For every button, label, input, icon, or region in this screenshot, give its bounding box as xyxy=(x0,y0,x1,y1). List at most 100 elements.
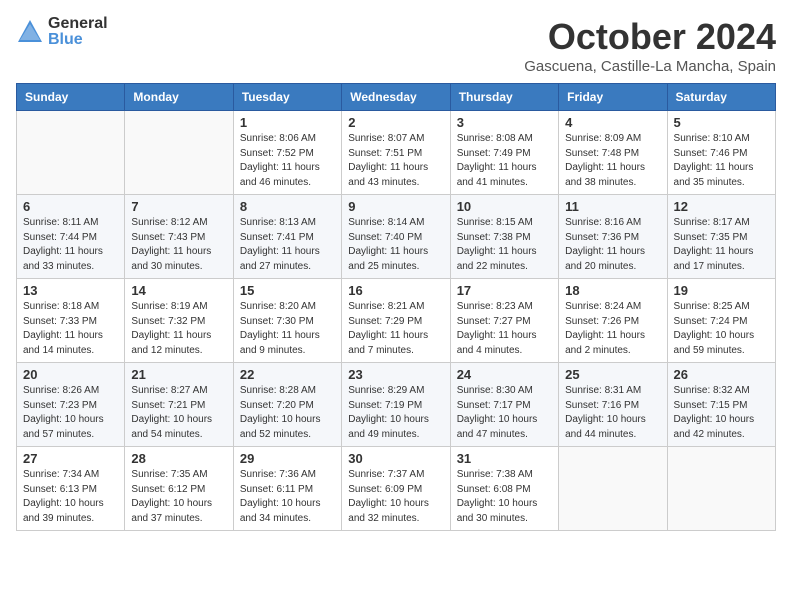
day-info: Sunrise: 8:28 AM Sunset: 7:20 PM Dayligh… xyxy=(240,384,335,442)
calendar-cell: 11 Sunrise: 8:16 AM Sunset: 7:36 PM Dayli… xyxy=(559,195,667,279)
day-number: 3 xyxy=(457,115,552,130)
column-header-tuesday: Tuesday xyxy=(233,84,341,111)
calendar-cell: 13Sunrise: 8:18 AM Sunset: 7:33 PM Dayli… xyxy=(17,279,125,363)
day-info: Sunrise: 8:10 AM Sunset: 7:46 PM Dayligh… xyxy=(674,132,769,190)
day-number: 2 xyxy=(348,115,443,130)
calendar-cell: 2 Sunrise: 8:07 AM Sunset: 7:51 PM Daylig… xyxy=(342,111,450,195)
calendar-cell: 12Sunrise: 8:17 AM Sunset: 7:35 PM Dayli… xyxy=(667,195,775,279)
day-info: Sunrise: 8:29 AM Sunset: 7:19 PM Dayligh… xyxy=(348,384,443,442)
day-info: Sunrise: 8:30 AM Sunset: 7:17 PM Dayligh… xyxy=(457,384,552,442)
day-number: 31 xyxy=(457,451,552,466)
day-number: 25 xyxy=(565,367,660,382)
day-number: 22 xyxy=(240,367,335,382)
day-number: 11 xyxy=(565,199,660,214)
calendar-week-row: 1 Sunrise: 8:06 AM Sunset: 7:52 PM Daylig… xyxy=(17,111,776,195)
logo-icon xyxy=(16,18,44,46)
calendar-cell: 19Sunrise: 8:25 AM Sunset: 7:24 PM Dayli… xyxy=(667,279,775,363)
calendar-cell: 15Sunrise: 8:20 AM Sunset: 7:30 PM Dayli… xyxy=(233,279,341,363)
calendar-cell: 23Sunrise: 8:29 AM Sunset: 7:19 PM Dayli… xyxy=(342,363,450,447)
day-info: Sunrise: 8:13 AM Sunset: 7:41 PM Dayligh… xyxy=(240,216,335,274)
day-info: Sunrise: 8:31 AM Sunset: 7:16 PM Dayligh… xyxy=(565,384,660,442)
column-header-friday: Friday xyxy=(559,84,667,111)
calendar-cell: 1 Sunrise: 8:06 AM Sunset: 7:52 PM Daylig… xyxy=(233,111,341,195)
day-number: 27 xyxy=(23,451,118,466)
calendar-cell xyxy=(125,111,233,195)
calendar-cell xyxy=(559,447,667,531)
calendar-week-row: 20Sunrise: 8:26 AM Sunset: 7:23 PM Dayli… xyxy=(17,363,776,447)
day-info: Sunrise: 8:06 AM Sunset: 7:52 PM Dayligh… xyxy=(240,132,335,190)
calendar-cell xyxy=(17,111,125,195)
column-header-thursday: Thursday xyxy=(450,84,558,111)
day-info: Sunrise: 7:36 AM Sunset: 6:11 PM Dayligh… xyxy=(240,468,335,526)
day-number: 8 xyxy=(240,199,335,214)
day-number: 24 xyxy=(457,367,552,382)
calendar-cell: 26 Sunrise: 8:32 AM Sunset: 7:15 PM Dayli… xyxy=(667,363,775,447)
day-info: Sunrise: 8:19 AM Sunset: 7:32 PM Dayligh… xyxy=(131,300,226,358)
day-number: 4 xyxy=(565,115,660,130)
calendar-cell: 17 Sunrise: 8:23 AM Sunset: 7:27 PM Dayli… xyxy=(450,279,558,363)
day-info: Sunrise: 8:07 AM Sunset: 7:51 PM Dayligh… xyxy=(348,132,443,190)
logo-text: General Blue xyxy=(48,16,108,48)
calendar-cell: 5Sunrise: 8:10 AM Sunset: 7:46 PM Daylig… xyxy=(667,111,775,195)
calendar-cell: 28Sunrise: 7:35 AM Sunset: 6:12 PM Dayli… xyxy=(125,447,233,531)
title-block: October 2024 Gascuena, Castille-La Manch… xyxy=(524,16,776,75)
column-header-saturday: Saturday xyxy=(667,84,775,111)
calendar-cell xyxy=(667,447,775,531)
calendar-cell: 3 Sunrise: 8:08 AM Sunset: 7:49 PM Daylig… xyxy=(450,111,558,195)
day-info: Sunrise: 8:17 AM Sunset: 7:35 PM Dayligh… xyxy=(674,216,769,274)
day-info: Sunrise: 8:12 AM Sunset: 7:43 PM Dayligh… xyxy=(131,216,226,274)
day-number: 29 xyxy=(240,451,335,466)
calendar-cell: 18Sunrise: 8:24 AM Sunset: 7:26 PM Dayli… xyxy=(559,279,667,363)
day-number: 16 xyxy=(348,283,443,298)
day-number: 30 xyxy=(348,451,443,466)
calendar-cell: 4Sunrise: 8:09 AM Sunset: 7:48 PM Daylig… xyxy=(559,111,667,195)
day-number: 9 xyxy=(348,199,443,214)
day-info: Sunrise: 8:20 AM Sunset: 7:30 PM Dayligh… xyxy=(240,300,335,358)
calendar-cell: 25 Sunrise: 8:31 AM Sunset: 7:16 PM Dayli… xyxy=(559,363,667,447)
page-header: General Blue October 2024 Gascuena, Cast… xyxy=(16,16,776,75)
month-title: October 2024 xyxy=(524,16,776,58)
calendar-cell: 31 Sunrise: 7:38 AM Sunset: 6:08 PM Dayli… xyxy=(450,447,558,531)
day-number: 6 xyxy=(23,199,118,214)
calendar-cell: 29 Sunrise: 7:36 AM Sunset: 6:11 PM Dayli… xyxy=(233,447,341,531)
day-info: Sunrise: 8:08 AM Sunset: 7:49 PM Dayligh… xyxy=(457,132,552,190)
calendar-week-row: 6 Sunrise: 8:11 AM Sunset: 7:44 PM Daylig… xyxy=(17,195,776,279)
logo-blue-label: Blue xyxy=(48,32,108,48)
column-header-wednesday: Wednesday xyxy=(342,84,450,111)
column-header-monday: Monday xyxy=(125,84,233,111)
day-number: 10 xyxy=(457,199,552,214)
calendar-cell: 9 Sunrise: 8:14 AM Sunset: 7:40 PM Daylig… xyxy=(342,195,450,279)
calendar-week-row: 13Sunrise: 8:18 AM Sunset: 7:33 PM Dayli… xyxy=(17,279,776,363)
calendar-cell: 30 Sunrise: 7:37 AM Sunset: 6:09 PM Dayli… xyxy=(342,447,450,531)
day-number: 18 xyxy=(565,283,660,298)
day-info: Sunrise: 8:25 AM Sunset: 7:24 PM Dayligh… xyxy=(674,300,769,358)
day-info: Sunrise: 8:16 AM Sunset: 7:36 PM Dayligh… xyxy=(565,216,660,274)
day-info: Sunrise: 7:38 AM Sunset: 6:08 PM Dayligh… xyxy=(457,468,552,526)
day-number: 17 xyxy=(457,283,552,298)
day-number: 28 xyxy=(131,451,226,466)
day-info: Sunrise: 8:23 AM Sunset: 7:27 PM Dayligh… xyxy=(457,300,552,358)
day-number: 7 xyxy=(131,199,226,214)
day-info: Sunrise: 8:26 AM Sunset: 7:23 PM Dayligh… xyxy=(23,384,118,442)
day-number: 1 xyxy=(240,115,335,130)
column-header-sunday: Sunday xyxy=(17,84,125,111)
day-number: 14 xyxy=(131,283,226,298)
day-info: Sunrise: 7:34 AM Sunset: 6:13 PM Dayligh… xyxy=(23,468,118,526)
day-info: Sunrise: 8:32 AM Sunset: 7:15 PM Dayligh… xyxy=(674,384,769,442)
day-info: Sunrise: 7:37 AM Sunset: 6:09 PM Dayligh… xyxy=(348,468,443,526)
day-info: Sunrise: 8:14 AM Sunset: 7:40 PM Dayligh… xyxy=(348,216,443,274)
location-label: Gascuena, Castille-La Mancha, Spain xyxy=(524,58,776,75)
day-info: Sunrise: 8:11 AM Sunset: 7:44 PM Dayligh… xyxy=(23,216,118,274)
calendar-week-row: 27 Sunrise: 7:34 AM Sunset: 6:13 PM Dayli… xyxy=(17,447,776,531)
calendar-cell: 27 Sunrise: 7:34 AM Sunset: 6:13 PM Dayli… xyxy=(17,447,125,531)
day-number: 21 xyxy=(131,367,226,382)
day-number: 26 xyxy=(674,367,769,382)
day-info: Sunrise: 8:27 AM Sunset: 7:21 PM Dayligh… xyxy=(131,384,226,442)
day-number: 13 xyxy=(23,283,118,298)
calendar-cell: 14 Sunrise: 8:19 AM Sunset: 7:32 PM Dayli… xyxy=(125,279,233,363)
calendar-cell: 20Sunrise: 8:26 AM Sunset: 7:23 PM Dayli… xyxy=(17,363,125,447)
calendar-cell: 24 Sunrise: 8:30 AM Sunset: 7:17 PM Dayli… xyxy=(450,363,558,447)
calendar-cell: 7 Sunrise: 8:12 AM Sunset: 7:43 PM Daylig… xyxy=(125,195,233,279)
calendar-table: SundayMondayTuesdayWednesdayThursdayFrid… xyxy=(16,83,776,531)
day-info: Sunrise: 8:21 AM Sunset: 7:29 PM Dayligh… xyxy=(348,300,443,358)
